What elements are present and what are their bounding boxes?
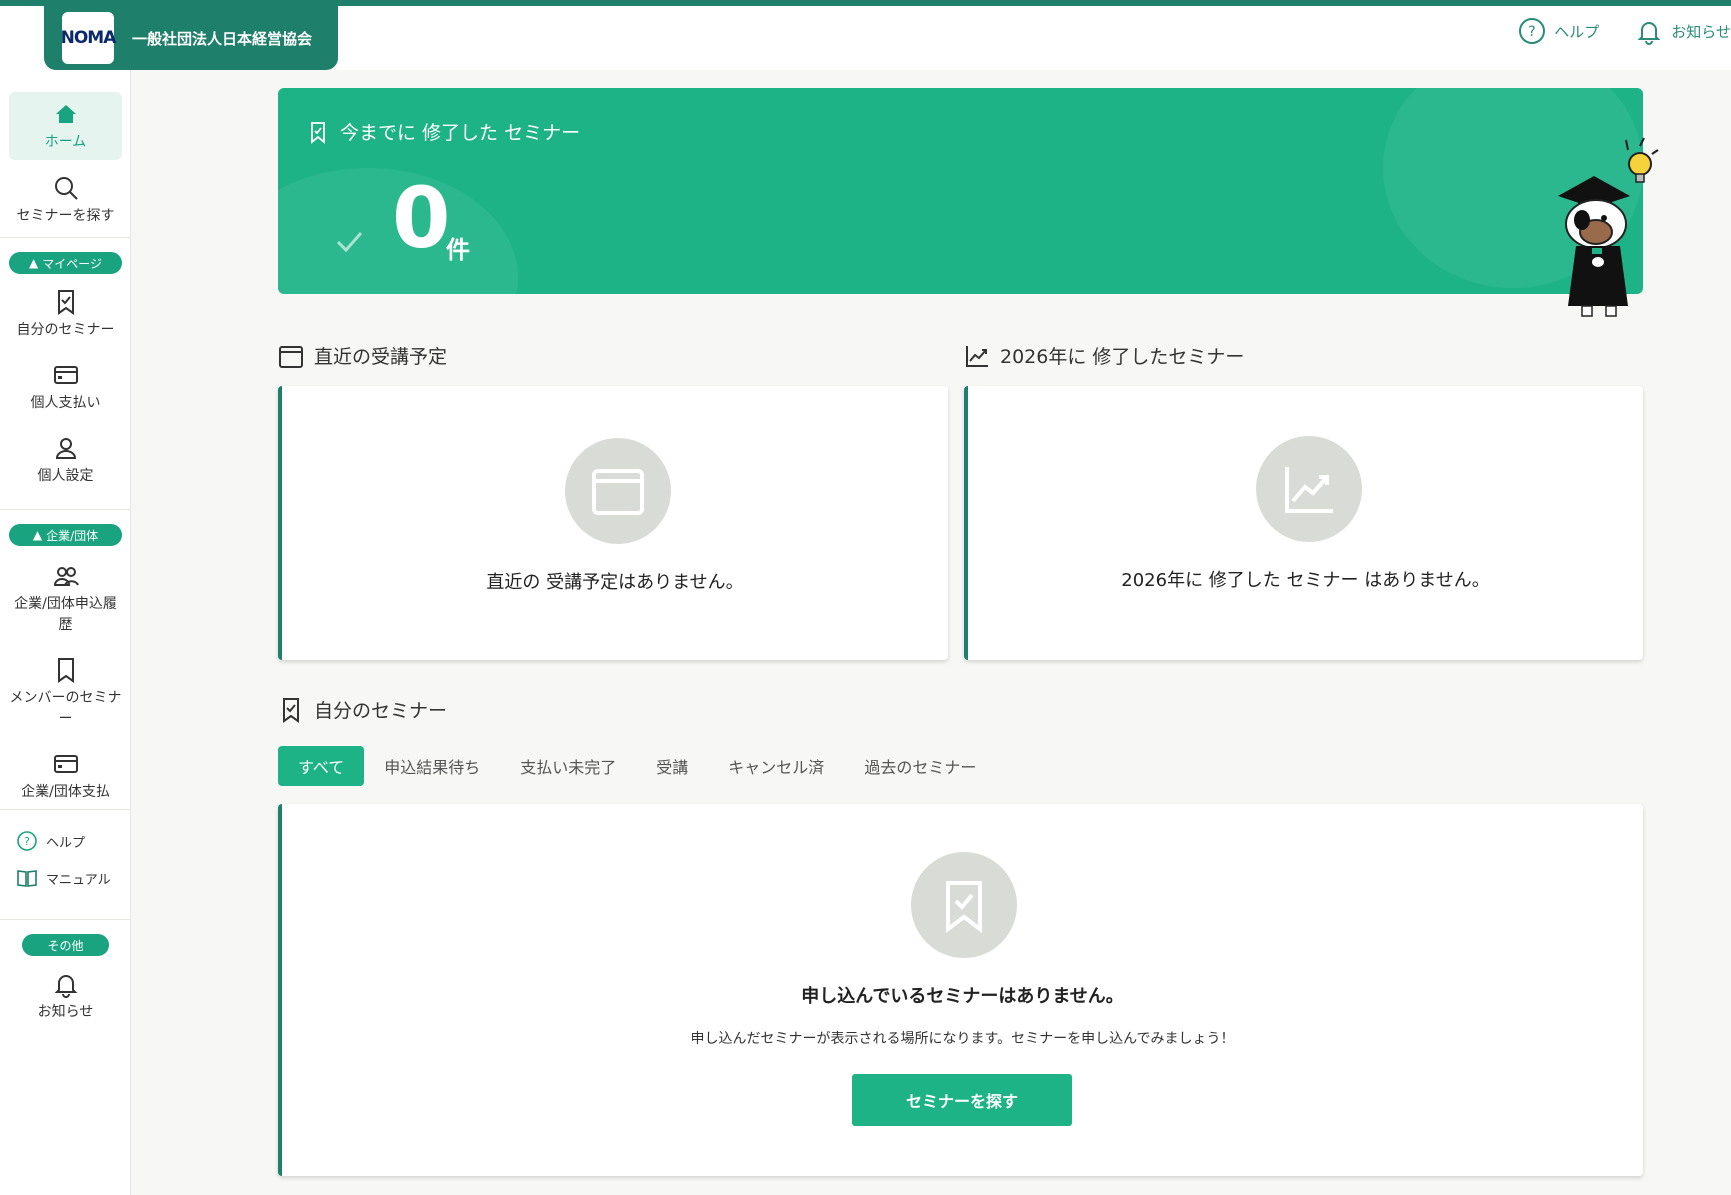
sidebar-divider: [0, 919, 130, 920]
sidebar-item-corp-payment[interactable]: 企業/団体支払: [9, 742, 122, 810]
sidebar-group-label: 企業/団体: [46, 528, 99, 543]
banner-title: 今までに 修了した セミナー: [306, 118, 580, 145]
tab-past-seminars[interactable]: 過去のセミナー: [844, 746, 996, 786]
header-notice-label: お知らせ: [1671, 22, 1731, 41]
empty-state-text: 直近の 受講予定はありません。: [486, 572, 744, 593]
credit-card-icon: [53, 365, 78, 384]
sidebar-item-member-seminars[interactable]: メンバーのセミナー: [9, 648, 122, 738]
sidebar-item-corp-history[interactable]: 企業/団体申込履歴: [9, 554, 122, 644]
tab-cancelled[interactable]: キャンセル済: [708, 746, 844, 786]
sidebar-group-mypage[interactable]: ▲ マイページ: [9, 252, 122, 274]
sidebar-group-label: マイページ: [42, 256, 102, 271]
bookmark-check-icon: [311, 121, 325, 144]
home-icon: [55, 104, 76, 123]
tab-pending-result[interactable]: 申込結果待ち: [364, 746, 500, 786]
sidebar-divider: [0, 809, 130, 810]
header-help-link[interactable]: ? ヘルプ: [1518, 17, 1599, 45]
org-name: 一般社団法人日本経営協会: [132, 29, 313, 48]
calendar-icon: [279, 345, 303, 368]
users-icon: [53, 567, 79, 586]
sidebar-divider: [0, 509, 130, 510]
sidebar-item-search[interactable]: セミナーを探す: [9, 166, 122, 234]
sidebar-item-label: 個人設定: [37, 467, 94, 484]
chart-line-icon: [966, 345, 988, 367]
top-header: NOMA 一般社団法人日本経営協会: [0, 6, 1731, 70]
sidebar-item-help[interactable]: ? ヘルプ: [16, 830, 85, 852]
help-circle-icon: ?: [17, 831, 37, 851]
empty-state-description: 申し込んだセミナーが表示される場所になります。セミナーを申し込んでみましょう！: [690, 1031, 1235, 1047]
empty-state-badge: [911, 852, 1017, 958]
sidebar-item-label: 自分のセミナー: [16, 321, 115, 338]
sidebar-item-label: ヘルプ: [46, 835, 86, 851]
chart-line-icon: [1285, 467, 1333, 513]
bookmark-check-icon: [283, 697, 299, 723]
section-title-text: 2026年に 修了したセミナー: [1000, 346, 1245, 368]
bookmark-check-icon: [57, 289, 74, 315]
completed-count: 0: [392, 169, 451, 267]
bookmark-check-icon: [946, 881, 982, 933]
caret-up-icon: ▲: [29, 256, 39, 270]
help-circle-icon: ?: [1519, 18, 1546, 44]
mascot-dog-graduate: [1558, 137, 1659, 317]
search-icon: [54, 176, 78, 200]
empty-state-text: 2026年に 修了した セミナー はありません。: [1121, 570, 1490, 591]
bookmark-icon: [57, 658, 74, 683]
completed-total-banner: 今までに 修了した セミナー 0 件: [278, 88, 1643, 294]
my-seminars-section-title: 自分のセミナー: [278, 696, 447, 723]
sidebar-group-other[interactable]: その他: [22, 934, 109, 956]
sidebar-group-corp[interactable]: ▲ 企業/団体: [9, 524, 122, 546]
sidebar-item-label: 企業/団体申込履歴: [14, 596, 117, 633]
empty-state-badge: [1256, 436, 1362, 542]
sidebar-group-label: その他: [47, 938, 84, 953]
logo-mark: NOMA: [61, 12, 116, 64]
sidebar-item-label: お知らせ: [37, 1003, 94, 1020]
svg-text:?: ?: [1529, 24, 1536, 40]
sidebar-item-notices[interactable]: お知らせ: [9, 962, 122, 1030]
sidebar-item-personal-payment[interactable]: 個人支払い: [9, 353, 122, 421]
sidebar-item-label: マニュアル: [46, 872, 111, 888]
sidebar-item-label: セミナーを探す: [16, 207, 115, 224]
check-icon: [336, 232, 363, 253]
banner-title-text: 今までに 修了した セミナー: [340, 122, 581, 144]
empty-state-title: 申し込んでいるセミナーはありません。: [801, 986, 1124, 1007]
credit-card-icon: [53, 754, 78, 773]
sidebar-item-label: メンバーのセミナー: [9, 690, 122, 727]
sidebar-item-label: 企業/団体支払: [21, 783, 110, 800]
sidebar-item-my-seminars[interactable]: 自分のセミナー: [9, 280, 122, 348]
bell-icon: [54, 974, 77, 998]
my-seminars-tabs: すべて 申込結果待ち 支払い未完了 受講 キャンセル済 過去のセミナー: [278, 746, 996, 786]
tab-all[interactable]: すべて: [278, 746, 365, 786]
header-actions: ? ヘルプ お知らせ: [1518, 6, 1731, 56]
bell-icon: [1637, 22, 1661, 45]
sidebar-divider: [0, 237, 130, 238]
upcoming-empty-card: 直近の 受講予定はありません。: [278, 386, 948, 660]
sidebar: ホーム セミナーを探す ▲ マイページ 自分のセミナー 個人支払い 個人設定 ▲…: [0, 70, 131, 1195]
header-notice-link[interactable]: お知らせ: [1635, 17, 1731, 45]
upcoming-section-title: 直近の受講予定: [278, 342, 447, 369]
header-help-label: ヘルプ: [1554, 22, 1600, 41]
org-logo[interactable]: NOMA 一般社団法人日本経営協会: [44, 6, 338, 70]
tab-attending[interactable]: 受講: [636, 746, 708, 786]
completed-year-empty-card: 2026年に 修了した セミナー はありません。: [964, 386, 1643, 660]
sidebar-item-label: 個人支払い: [30, 394, 101, 411]
sidebar-item-label: ホーム: [44, 133, 87, 150]
tab-unpaid[interactable]: 支払い未完了: [500, 746, 636, 786]
book-open-icon: [17, 870, 37, 887]
user-icon: [55, 437, 76, 459]
caret-up-icon: ▲: [32, 528, 43, 542]
sidebar-item-manual[interactable]: マニュアル: [16, 867, 111, 889]
empty-state-badge: [565, 438, 671, 544]
sidebar-item-home[interactable]: ホーム: [9, 92, 122, 160]
calendar-icon: [592, 469, 644, 515]
section-title-text: 自分のセミナー: [314, 700, 448, 722]
find-seminar-button[interactable]: セミナーを探す: [852, 1074, 1072, 1126]
completed-year-section-title: 2026年に 修了したセミナー: [964, 342, 1244, 369]
sidebar-item-personal-settings[interactable]: 個人設定: [9, 426, 122, 494]
svg-text:?: ?: [24, 835, 30, 848]
section-title-text: 直近の受講予定: [314, 346, 448, 368]
completed-count-unit: 件: [446, 236, 470, 264]
